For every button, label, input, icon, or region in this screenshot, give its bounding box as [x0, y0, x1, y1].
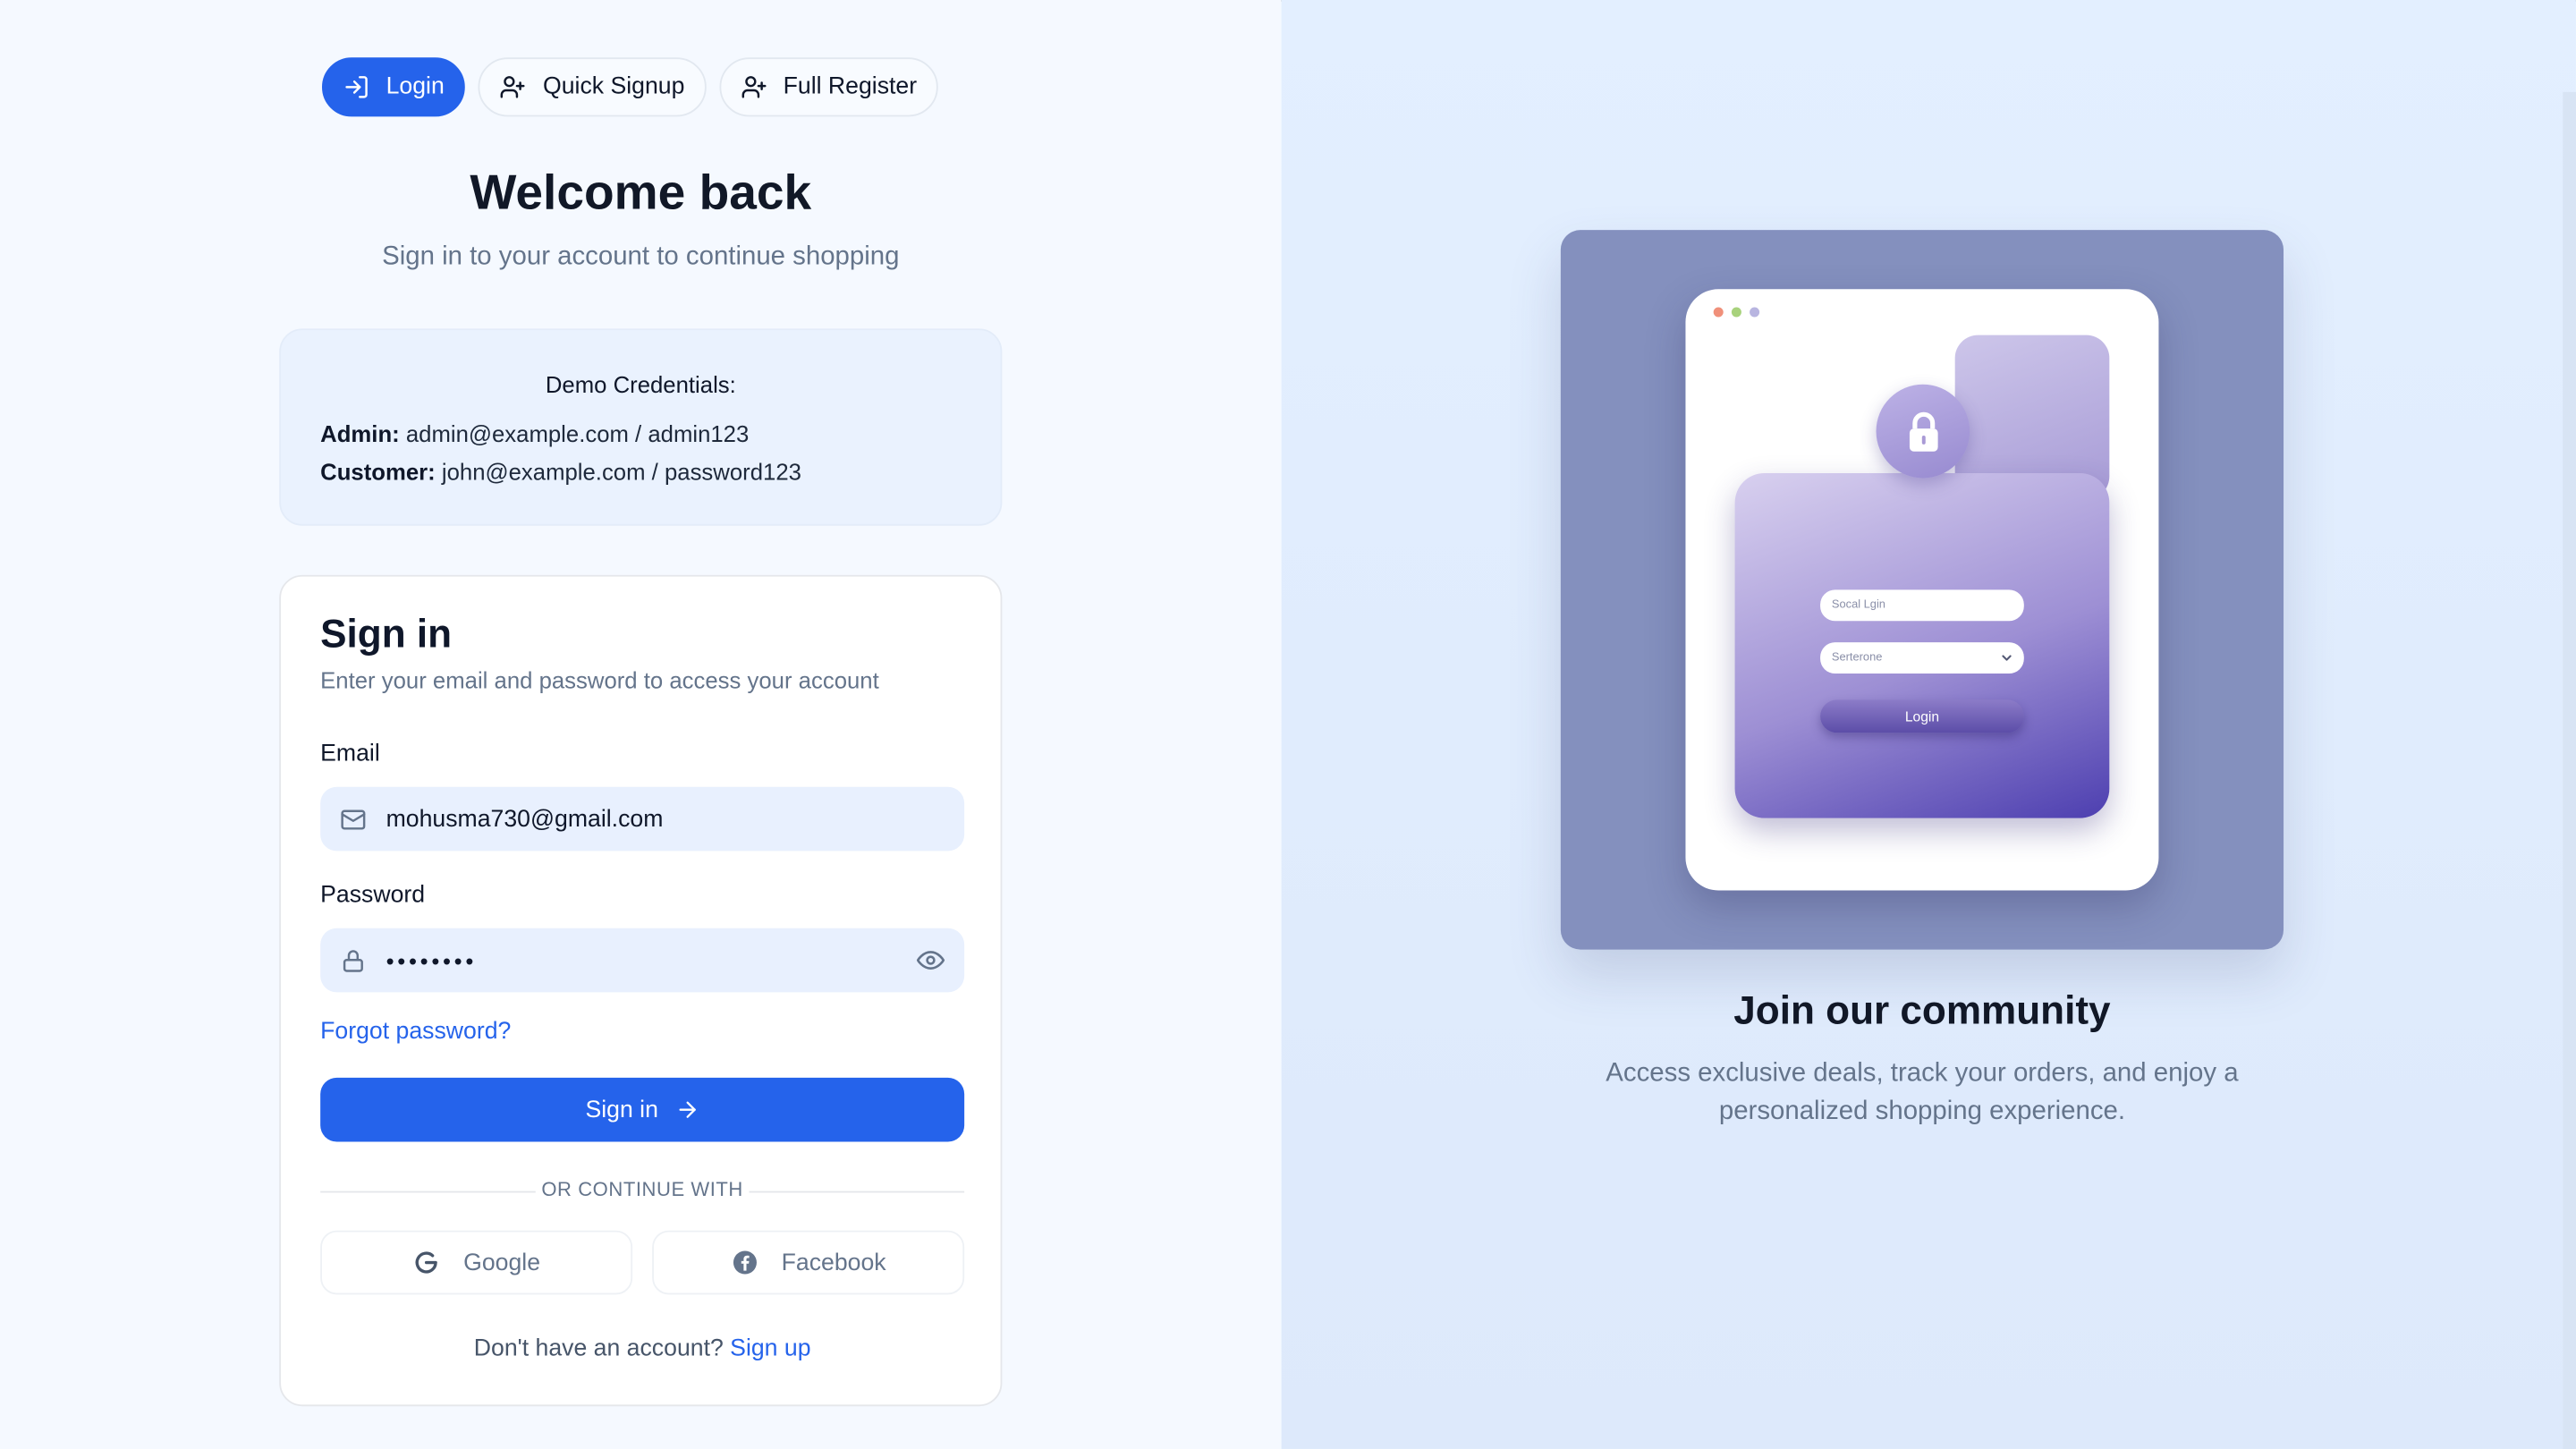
demo-credentials-box: Demo Credentials: Admin: admin@example.c… [279, 328, 1003, 526]
signin-button-label: Sign in [585, 1096, 658, 1123]
facebook-label: Facebook [781, 1249, 886, 1276]
demo-customer-line: Customer: john@example.com / password123 [320, 453, 961, 491]
login-illustration: Socal Lgin Serterone Login [1560, 230, 2284, 950]
illustration-login-button: Login [1820, 699, 2024, 733]
page-subtitle: Sign in to your account to continue shop… [382, 242, 900, 272]
facebook-button[interactable]: Facebook [652, 1230, 965, 1295]
password-field[interactable]: •••••••• [320, 928, 965, 993]
no-account-text: Don't have an account? [473, 1335, 724, 1362]
window-dot-red [1713, 307, 1724, 318]
page-title: Welcome back [470, 165, 812, 221]
arrow-right-icon [678, 1101, 696, 1118]
email-label: Email [320, 741, 380, 767]
tab-label: Quick Signup [543, 73, 685, 101]
google-label: Google [463, 1249, 541, 1276]
login-icon [345, 76, 368, 98]
forgot-password-link[interactable]: Forgot password? [320, 1019, 511, 1045]
signin-subtitle: Enter your email and password to access … [320, 666, 879, 694]
padlock-icon [1909, 411, 1937, 451]
illustration-select: Serterone [1820, 642, 2024, 674]
illustration-select-text: Serterone [1831, 652, 1883, 665]
lock-icon [343, 949, 363, 971]
user-plus-icon [501, 76, 526, 98]
illustration-lock-badge [1876, 384, 1970, 479]
user-plus-icon [741, 76, 767, 98]
tab-label: Full Register [783, 73, 918, 101]
email-field[interactable]: mohusma730@gmail.com [320, 786, 965, 852]
google-icon [415, 1251, 437, 1274]
demo-admin-label: Admin: [320, 420, 400, 447]
community-subtitle: Access exclusive deals, track your order… [1606, 1059, 2239, 1126]
auth-tabs: Login Quick Signup Full Register [321, 57, 938, 120]
community-title: Join our community [1733, 988, 2111, 1034]
divider-text: OR CONTINUE WITH [535, 1177, 750, 1201]
demo-credentials-title: Demo Credentials: [545, 371, 736, 398]
tab-login[interactable]: Login [321, 57, 466, 117]
demo-customer-value: john@example.com / password123 [441, 458, 801, 485]
signin-card: Sign in Enter your email and password to… [279, 574, 1004, 1407]
illustration-front-panel: Socal Lgin Serterone Login [1734, 472, 2110, 818]
tab-quick-signup[interactable]: Quick Signup [479, 57, 707, 117]
facebook-icon [733, 1250, 757, 1275]
tab-full-register[interactable]: Full Register [718, 57, 938, 117]
login-page: Login Quick Signup Full Register Welcome… [0, 0, 2576, 1449]
demo-admin-value: admin@example.com / admin123 [405, 420, 750, 447]
signup-prompt: Don't have an account? Sign up [281, 1335, 1004, 1361]
password-label: Password [320, 882, 426, 909]
illustration-input: Socal Lgin [1820, 589, 2024, 622]
password-value: •••••••• [386, 946, 478, 974]
email-value: mohusma730@gmail.com [386, 805, 664, 833]
google-button[interactable]: Google [320, 1230, 633, 1295]
demo-admin-line: Admin: admin@example.com / admin123 [320, 416, 961, 453]
left-panel: Login Quick Signup Full Register Welcome… [0, 0, 1282, 1449]
signin-title: Sign in [320, 613, 453, 657]
scrollbar[interactable] [2563, 91, 2576, 1449]
tab-label: Login [386, 73, 445, 101]
signin-button[interactable]: Sign in [320, 1077, 965, 1142]
window-dot-purple [1750, 307, 1760, 318]
illustration-browser-window: Socal Lgin Serterone Login [1685, 289, 2159, 891]
window-dot-green [1731, 307, 1741, 318]
mail-icon [341, 809, 366, 829]
demo-customer-label: Customer: [320, 458, 436, 485]
signup-link[interactable]: Sign up [730, 1335, 810, 1361]
chevron-down-icon [2002, 655, 2012, 661]
eye-icon[interactable] [916, 946, 945, 974]
